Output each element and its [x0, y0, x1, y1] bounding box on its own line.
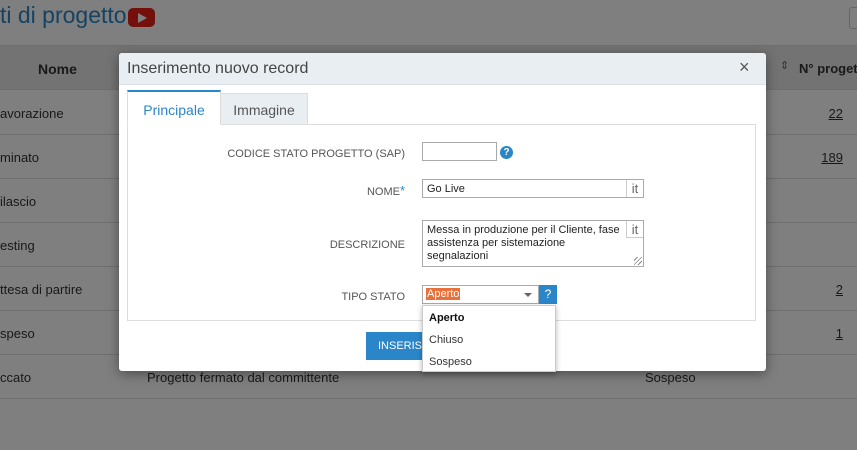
nome-label-text: NOME — [366, 186, 400, 198]
close-icon[interactable]: × — [739, 57, 750, 78]
tipo-stato-selected-value: Aperto — [426, 288, 461, 300]
dropdown-option-chiuso[interactable]: Chiuso — [429, 334, 463, 346]
tipo-stato-dropdown: Aperto Chiuso Sospeso — [422, 305, 556, 372]
nome-input-value: Go Live — [427, 183, 465, 195]
chevron-down-icon — [524, 293, 532, 297]
resize-handle[interactable] — [634, 257, 642, 265]
tipo-stato-help-button[interactable]: ? — [539, 285, 557, 304]
codice-input[interactable] — [422, 142, 497, 161]
descrizione-label: DESCRIZIONE — [329, 239, 405, 251]
tab-immagine[interactable]: Immagine — [221, 93, 308, 125]
form-panel: CODICE STATO PROGETTO (SAP) ? NOME* Go L… — [127, 124, 756, 321]
dropdown-option-aperto[interactable]: Aperto — [429, 312, 464, 324]
required-marker: * — [399, 183, 405, 198]
modal-title: Inserimento nuovo record — [127, 60, 309, 77]
nome-input[interactable]: Go Live it — [422, 179, 644, 198]
descrizione-textarea[interactable]: Messa in produzione per il Cliente, fase… — [422, 220, 644, 267]
modal-header: Inserimento nuovo record × — [119, 53, 766, 85]
language-icon[interactable]: it — [626, 221, 643, 238]
language-icon[interactable]: it — [626, 180, 643, 197]
tipo-stato-select[interactable]: Aperto — [422, 285, 539, 304]
descrizione-value: Messa in produzione per il Cliente, fase… — [427, 224, 620, 262]
help-icon[interactable]: ? — [500, 146, 513, 159]
codice-label: CODICE STATO PROGETTO (SAP) — [227, 148, 405, 160]
nome-label: NOME* — [367, 183, 405, 198]
tab-principale[interactable]: Principale — [127, 90, 221, 125]
tipo-stato-label: TIPO STATO — [341, 291, 405, 303]
dropdown-option-sospeso[interactable]: Sospeso — [429, 356, 472, 368]
